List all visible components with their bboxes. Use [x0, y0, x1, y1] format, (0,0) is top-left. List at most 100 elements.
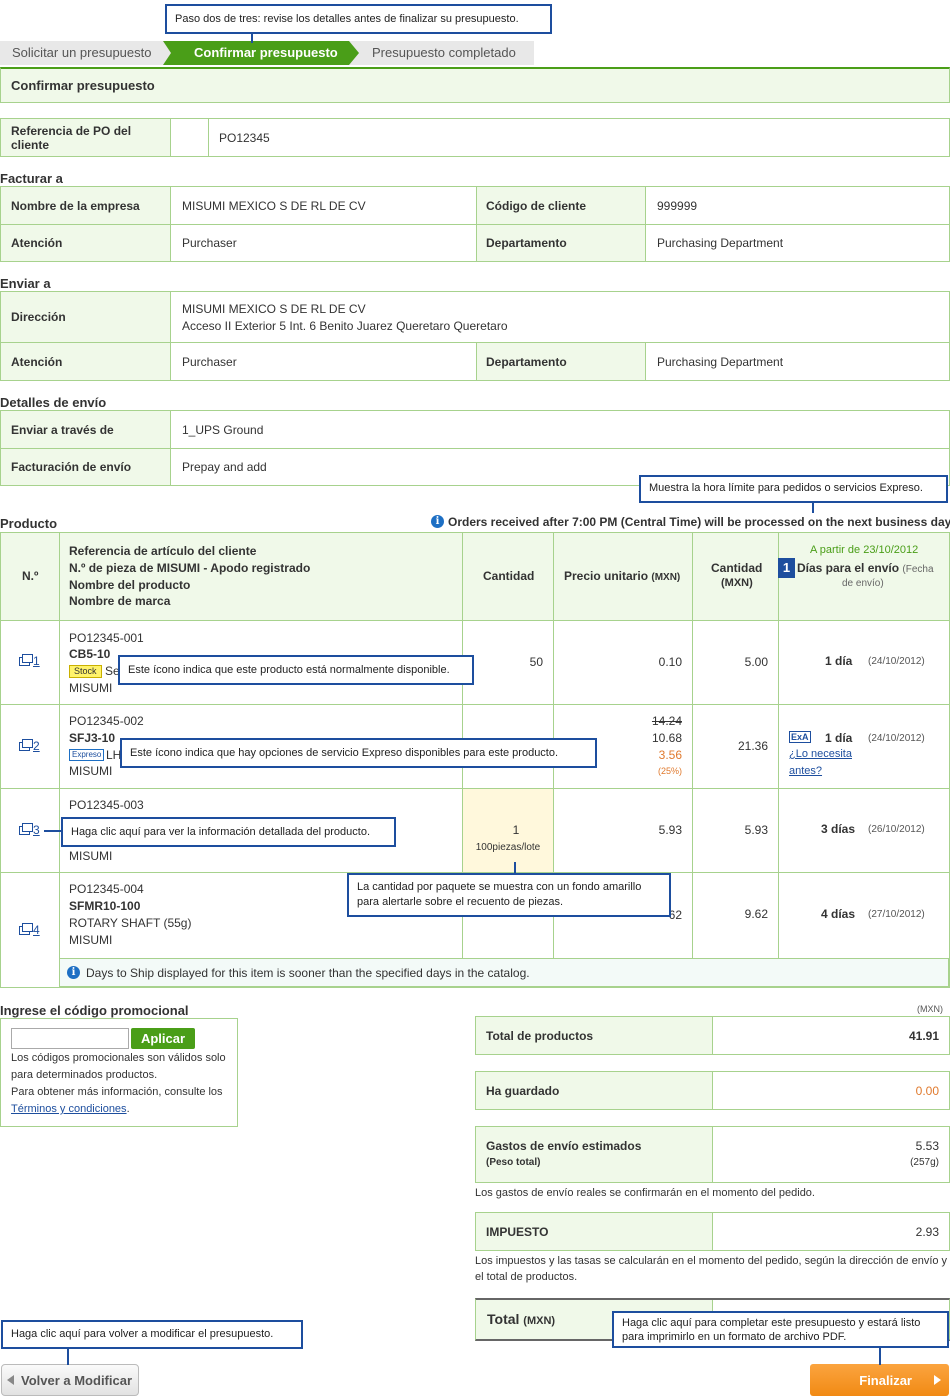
- total-products-value: 41.91: [908, 1029, 939, 1043]
- bill-attn: Purchaser: [182, 236, 237, 250]
- footnote-text: Days to Ship displayed for this item is …: [86, 966, 530, 980]
- th-unit: Precio unitario (MXN): [564, 569, 680, 583]
- row-2-no[interactable]: 2: [19, 739, 40, 753]
- tooltip-step: Paso dos de tres: revise los detalles an…: [165, 4, 552, 34]
- bill-hline2: [0, 224, 950, 225]
- bill-company: MISUMI MEXICO S DE RL DE CV: [182, 198, 366, 213]
- ship-addr2: Acceso II Exterior 5 Int. 6 Benito Juare…: [182, 319, 508, 333]
- row-2-list: 14.24: [651, 714, 682, 728]
- shipping-cost-label: Gastos de envío estimados: [486, 1139, 642, 1153]
- row-1-amount: 5.00: [744, 655, 768, 669]
- row-3-qty: 1: [512, 823, 520, 837]
- tax-note1: Los impuestos y las tasas se calcularán …: [475, 1255, 948, 1267]
- row-1-no-link[interactable]: 1: [33, 654, 40, 668]
- bill-dept: Purchasing Department: [657, 236, 784, 250]
- ship-hline: [0, 342, 950, 343]
- tooltip-finalize-line: [879, 1348, 881, 1365]
- shipping-cost-value: 5.53: [915, 1139, 939, 1153]
- promo-code-input[interactable]: [11, 1028, 129, 1049]
- tooltip-lot-line1: La cantidad por paquete se muestra con u…: [357, 881, 642, 893]
- th-unit-cur: (MXN): [651, 572, 681, 583]
- express-icon[interactable]: ExA: [789, 731, 811, 743]
- ship-attn: Purchaser: [182, 354, 237, 369]
- th-days: Días para el envío (Fecha: [797, 561, 934, 575]
- terms-link[interactable]: Términos y condiciones: [11, 1103, 127, 1115]
- promo-text2: para determinados productos.: [11, 1069, 158, 1081]
- step-1: Solicitar un presupuesto: [12, 45, 152, 60]
- tax-label: IMPUESTO: [486, 1224, 549, 1239]
- grand-total-label: Total (MXN): [487, 1311, 555, 1327]
- row-3-no-link[interactable]: 3: [33, 823, 40, 837]
- row-4-ref: PO12345-004: [69, 882, 144, 896]
- row-2-amount: 21.36: [737, 739, 768, 753]
- step-2: Confirmar presupuesto: [194, 45, 338, 60]
- ship-attn-label: Atención: [11, 354, 63, 369]
- weight-label: (Peso total): [486, 1157, 541, 1168]
- row-4-date: (27/10/2012): [868, 909, 925, 920]
- row-4-name: ROTARY SHAFT (55g): [69, 916, 192, 930]
- stock-badge: Stock: [69, 665, 102, 678]
- cutoff-notice: Orders received after 7:00 PM (Central T…: [448, 515, 950, 529]
- th-ref4: Nombre de marca: [69, 594, 171, 608]
- th-amount: Cantidad: [711, 561, 763, 575]
- tooltip-detail-line: [44, 830, 62, 832]
- tooltip-modify: Haga clic aquí para volver a modificar e…: [1, 1320, 303, 1349]
- tooltip-finalize-line2: para imprimirlo en un formato de archivo…: [622, 1331, 847, 1343]
- th-qty: Cantidad: [483, 569, 535, 583]
- window-icon: [19, 654, 33, 667]
- tax-value: 2.93: [915, 1225, 939, 1239]
- ship-via-label: Enviar a través de: [11, 422, 114, 437]
- window-icon: [19, 823, 33, 836]
- shipping-hline: [0, 448, 950, 449]
- tooltip-step-line: [251, 34, 253, 43]
- terms-after: .: [126, 1103, 130, 1115]
- ship-billing: Prepay and add: [182, 460, 267, 474]
- back-button[interactable]: Volver a Modificar: [1, 1364, 139, 1396]
- tooltip-detail: Haga clic aquí para ver la información d…: [61, 817, 396, 847]
- row-line-0: [0, 620, 950, 621]
- tooltip-lot-line2: para alertarle sobre el recuento de piez…: [357, 896, 564, 908]
- row-1-no[interactable]: 1: [19, 654, 40, 668]
- ship-billing-label: Facturación de envío: [11, 460, 132, 474]
- days-badge: 1: [778, 558, 795, 578]
- promo-terms: Términos y condiciones.: [11, 1103, 130, 1115]
- row-3-no[interactable]: 3: [19, 823, 40, 837]
- row-2-brand: MISUMI: [69, 764, 113, 778]
- window-icon: [19, 923, 33, 936]
- totals-currency: (MXN): [917, 1004, 943, 1014]
- need-sooner-link-1[interactable]: ¿Lo necesita: [789, 748, 852, 760]
- bill-code-label: Código de cliente: [486, 198, 587, 213]
- ship-title: Enviar a: [0, 276, 51, 291]
- shipping-cost-lab: [476, 1127, 713, 1182]
- ship-dept: Purchasing Department: [657, 354, 784, 369]
- need-sooner-link-2[interactable]: antes?: [789, 765, 822, 777]
- express-badge: Expreso: [69, 749, 105, 761]
- grand-total-cur: (MXN): [523, 1315, 556, 1327]
- row-4-days: 4 días: [821, 907, 856, 921]
- row-3-days: 3 días: [821, 822, 856, 836]
- row-2-ref: PO12345-002: [69, 714, 144, 728]
- tooltip-express-cutoff: Muestra la hora límite para pedidos o se…: [639, 475, 948, 503]
- tooltip-modify-line: [67, 1349, 69, 1365]
- row-2-no-link[interactable]: 2: [33, 739, 40, 753]
- row-4-no[interactable]: 4: [19, 923, 40, 937]
- apply-button[interactable]: Aplicar: [131, 1028, 195, 1049]
- tooltip-stock: Este ícono indica que este producto está…: [118, 655, 474, 685]
- promo-title: Ingrese el código promocional: [0, 1003, 189, 1018]
- back-arrow-icon: [7, 1375, 14, 1385]
- shipping-note: Los gastos de envío reales se confirmará…: [475, 1187, 815, 1199]
- row-4-no-link[interactable]: 4: [33, 923, 40, 937]
- th-date-note: A partir de 23/10/2012: [810, 544, 919, 556]
- promo-text1: Los códigos promocionales son válidos so…: [11, 1052, 226, 1064]
- th-ref2: N.º de pieza de MISUMI - Apodo registrad…: [69, 561, 311, 575]
- th-unit-text: Precio unitario: [564, 569, 649, 583]
- tooltip-lot: La cantidad por paquete se muestra con u…: [347, 873, 671, 917]
- row-3-lot: 100piezas/lote: [475, 842, 541, 853]
- th-no: N.º: [22, 569, 39, 583]
- tooltip-finalize: Haga clic aquí para completar este presu…: [612, 1311, 949, 1348]
- row-1-unit: 0.10: [658, 655, 682, 669]
- row-4-brand: MISUMI: [69, 933, 113, 947]
- row-3-unit: 5.93: [658, 823, 682, 837]
- row-2-days: 1 día: [825, 731, 853, 745]
- finalize-button[interactable]: Finalizar: [810, 1364, 949, 1396]
